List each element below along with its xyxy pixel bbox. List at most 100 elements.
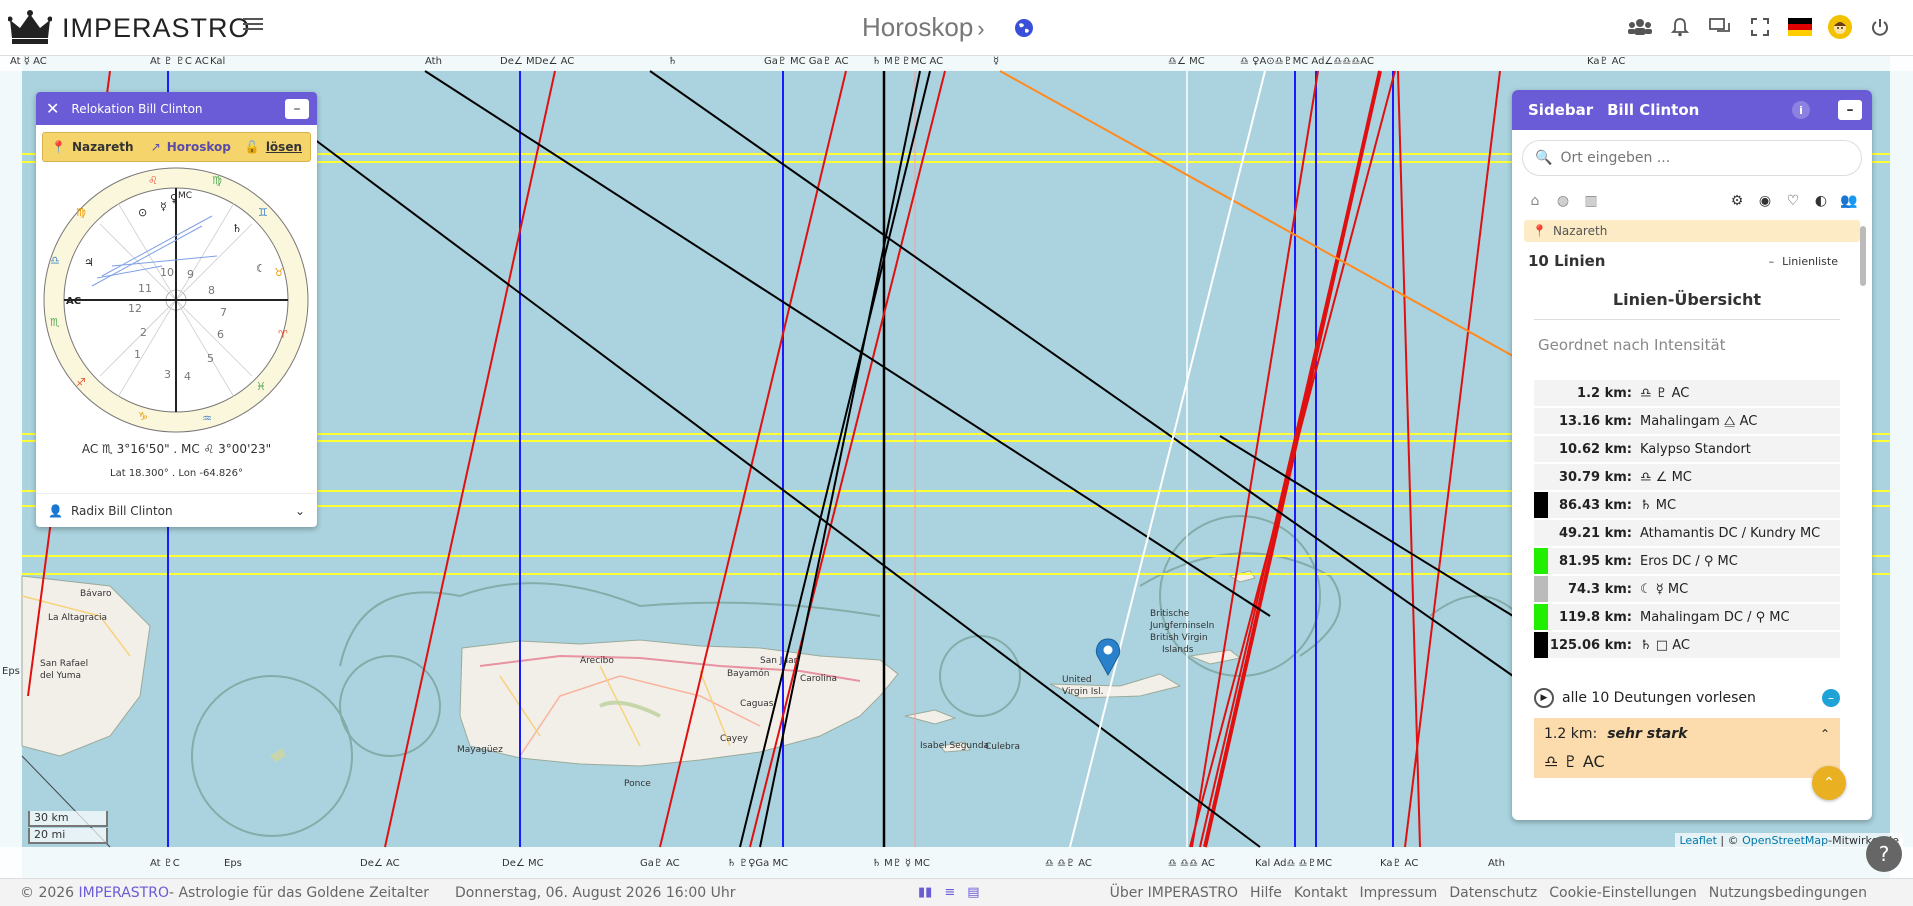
line-row[interactable]: 30.79 km: ♎ ∠ MC <box>1534 464 1840 490</box>
close-icon[interactable]: ✕ <box>46 99 59 118</box>
footer-link-terms[interactable]: Nutzungsbedingungen <box>1709 885 1867 901</box>
top-axis-label: ☿ <box>993 56 1000 67</box>
horoskop-link[interactable]: Horoskop <box>167 140 231 154</box>
page-title[interactable]: Horoskop › <box>862 12 985 43</box>
bottom-axis-label: Ka♇ AC <box>1380 858 1419 869</box>
top-axis-label: ♎ ♀A⊙♎♇MC Ad∠♎♎♎AC <box>1240 56 1374 67</box>
top-axis-label: Ga♇ MC Ga♇ AC <box>764 56 849 67</box>
relocation-location-bar: 📍 Nazareth ↗ Horoskop 🔓 lösen <box>42 132 311 162</box>
chevron-right-icon: › <box>977 16 985 41</box>
target-icon[interactable]: ◉ <box>1756 192 1774 210</box>
horoscope-wheel[interactable]: 1 2 3 4 5 6 7 8 9 10 11 12 AC MC ♌ ♍ ♊ ♉ ♈… <box>42 166 310 434</box>
lines-list-link[interactable]: Linienliste <box>1782 255 1838 268</box>
globe-icon[interactable] <box>1013 17 1035 39</box>
gear-icon[interactable]: ⚙ <box>1728 192 1746 210</box>
svg-text:♍: ♍ <box>212 174 222 187</box>
svg-text:♑: ♑ <box>138 410 148 423</box>
document-icon[interactable]: ▤ <box>967 885 979 900</box>
sidebar-minimize-button[interactable]: – <box>1838 100 1862 120</box>
footer-link-imprint[interactable]: Impressum <box>1360 885 1438 901</box>
line-row[interactable]: 13.16 km: Mahalingam ⧋ AC <box>1534 408 1840 434</box>
logo[interactable]: IMPERASTRO <box>8 8 251 48</box>
flag-de-icon[interactable] <box>1787 14 1813 40</box>
footer-link-help[interactable]: Hilfe <box>1250 885 1282 901</box>
svg-text:♏: ♏ <box>50 316 60 329</box>
line-row[interactable]: 81.95 km: Eros DC / ⚲ MC <box>1534 548 1840 574</box>
sidebar-location: 📍 Nazareth <box>1524 220 1860 242</box>
line-color-swatch <box>1534 520 1548 546</box>
avatar-icon[interactable] <box>1827 14 1853 40</box>
people-icon[interactable]: 👥 <box>1840 192 1858 210</box>
line-row[interactable]: 125.06 km: ♄ □ AC <box>1534 632 1840 658</box>
lines-collapse-toggle[interactable]: – <box>1769 255 1775 268</box>
community-icon[interactable] <box>1627 14 1653 40</box>
map-pin-icon: 📍 <box>51 140 66 154</box>
chat-icon[interactable] <box>1707 14 1733 40</box>
read-all-button[interactable]: ▶ alle 10 Deutungen vorlesen – <box>1534 688 1840 708</box>
svg-text:♎: ♎ <box>50 254 60 267</box>
bottom-axis-label: ♄ M♇ ☿ MC <box>872 858 930 869</box>
lines-section: 10 Linien – Linienliste Linien-Übersicht… <box>1524 248 1854 818</box>
interpretation-card[interactable]: 1.2 km: sehr stark ⌃ ♎ ♇ AC <box>1534 718 1840 778</box>
line-color-swatch <box>1534 632 1548 658</box>
home-icon[interactable]: ⌂ <box>1526 192 1544 210</box>
line-row[interactable]: 74.3 km: ☾ ☿ MC <box>1534 576 1840 602</box>
brand-name: IMPERASTRO <box>62 12 251 43</box>
svg-text:7: 7 <box>220 306 227 319</box>
leaflet-link[interactable]: Leaflet <box>1679 834 1716 847</box>
line-row[interactable]: 86.43 km: ♄ MC <box>1534 492 1840 518</box>
search-icon: 🔍 <box>1535 150 1553 166</box>
bottom-axis-label: Ath <box>1488 858 1505 869</box>
svg-text:Britische: Britische <box>1150 609 1190 619</box>
collapse-icon[interactable]: – <box>1822 689 1840 707</box>
sphere-icon[interactable]: ◐ <box>1812 192 1830 210</box>
svg-text:☿: ☿ <box>160 200 167 213</box>
footer-link-cookies[interactable]: Cookie-Einstellungen <box>1549 885 1696 901</box>
menu-icon[interactable] <box>243 15 263 33</box>
map-icon[interactable]: ▥ <box>1582 192 1600 210</box>
line-row[interactable]: 49.21 km: Athamantis DC / Kundry MC <box>1534 520 1840 546</box>
lines-header: 10 Linien – Linienliste <box>1524 248 1854 274</box>
top-axis-label: ♎∠ MC <box>1168 56 1205 67</box>
search-input[interactable] <box>1560 150 1821 166</box>
interpretation-strength: sehr stark <box>1607 726 1688 742</box>
bell-icon[interactable] <box>1667 14 1693 40</box>
footer-brand-link[interactable]: IMPERASTRO <box>79 885 169 901</box>
lines-count: 10 Linien <box>1528 252 1606 270</box>
map-scale: 30 km 20 mi <box>28 811 108 845</box>
scroll-top-button[interactable]: ⌃ <box>1812 766 1846 800</box>
line-row[interactable]: 10.62 km: Kalypso Standort <box>1534 436 1840 462</box>
fullscreen-icon[interactable] <box>1747 14 1773 40</box>
minimize-button[interactable]: – <box>285 99 309 119</box>
line-color-swatch <box>1534 436 1548 462</box>
svg-text:1: 1 <box>134 348 141 361</box>
scale-km: 30 km <box>28 811 108 827</box>
footer-link-contact[interactable]: Kontakt <box>1294 885 1348 901</box>
layers-icon[interactable]: ≡ <box>944 885 955 900</box>
chevron-down-icon: ⌄ <box>294 503 305 518</box>
line-color-swatch <box>1534 380 1548 406</box>
footer-link-about[interactable]: Über IMPERASTRO <box>1110 885 1238 901</box>
top-axis-label: Ka♇ AC <box>1587 56 1626 67</box>
line-row[interactable]: 1.2 km: ♎ ♇ AC <box>1534 380 1840 406</box>
help-button[interactable]: ? <box>1866 836 1902 872</box>
bar-chart-icon[interactable]: ▮▮ <box>918 885 932 900</box>
line-row[interactable]: 119.8 km: Mahalingam DC / ⚲ MC <box>1534 604 1840 630</box>
osm-link[interactable]: OpenStreetMap <box>1742 834 1828 847</box>
footer: © 2026 IMPERASTRO - Astrologie für das Go… <box>0 878 1913 906</box>
globe-outline-icon[interactable]: ◍ <box>1554 192 1572 210</box>
info-icon[interactable]: i <box>1792 101 1810 119</box>
svg-text:♍: ♍ <box>76 206 86 219</box>
line-color-swatch <box>1534 408 1548 434</box>
sort-label: Geordnet nach Intensität <box>1538 336 1726 354</box>
relocation-header: ✕ Relokation Bill Clinton – <box>36 92 317 125</box>
heart-icon[interactable]: ♡ <box>1784 192 1802 210</box>
power-icon[interactable] <box>1867 14 1893 40</box>
bottom-axis-label: ♎ ♎♎ AC <box>1168 858 1215 869</box>
sidebar-scrollbar[interactable] <box>1858 188 1868 816</box>
chevron-up-icon[interactable]: ⌃ <box>1820 727 1830 741</box>
footer-link-privacy[interactable]: Datenschutz <box>1449 885 1537 901</box>
radix-selector[interactable]: 👤 Radix Bill Clinton ⌄ <box>36 493 317 527</box>
svg-text:del Yuma: del Yuma <box>40 671 81 681</box>
loesen-link[interactable]: lösen <box>266 140 302 154</box>
